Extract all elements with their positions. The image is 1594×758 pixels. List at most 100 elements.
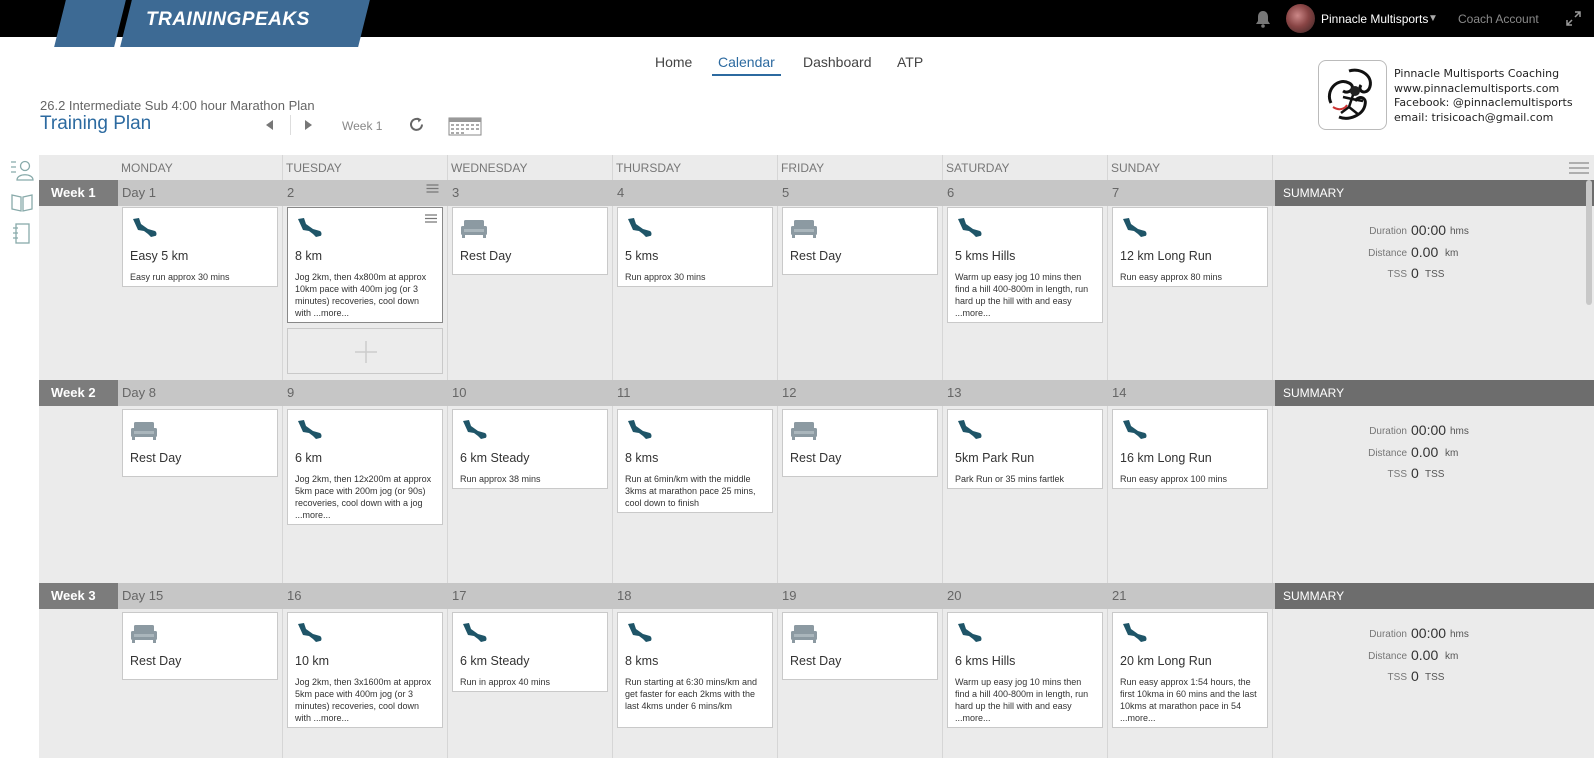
notes-icon[interactable]	[10, 222, 34, 246]
summary-tss: TSS 0 TSS	[1275, 465, 1594, 483]
chevron-down-icon[interactable]: ▼	[1428, 13, 1438, 24]
calendar-icon[interactable]	[448, 116, 482, 136]
coach-account-link[interactable]: Coach Account	[1458, 12, 1539, 26]
workout-description: Jog 2km, then 4x800m at approx 10km pace…	[295, 272, 427, 318]
athlete-list-icon[interactable]	[10, 158, 34, 182]
workout-card[interactable]: 6 km Steady Run approx 38 mins	[452, 409, 608, 489]
workout-card[interactable]: 5 kms Run approx 30 mins	[617, 207, 773, 287]
summary-duration-unit: hms	[1450, 426, 1469, 437]
workout-description: Run in approx 40 mins	[460, 677, 551, 687]
run-shoe-icon	[298, 218, 322, 237]
refresh-icon[interactable]	[408, 116, 425, 133]
workout-card[interactable]: 5 kms Hills Warm up easy jog 10 mins then…	[947, 207, 1103, 323]
logo-text: TRAININGPEAKS	[146, 9, 310, 30]
plus-icon	[355, 341, 377, 363]
summary-tss-value: 0	[1411, 265, 1419, 281]
rest-couch-icon	[791, 422, 817, 440]
rest-day-card[interactable]: Rest Day	[782, 207, 938, 275]
column-divider	[282, 155, 283, 758]
card-menu-icon[interactable]	[425, 214, 437, 223]
account-name[interactable]: Pinnacle Multisports	[1321, 12, 1428, 26]
workout-card[interactable]: 20 km Long Run Run easy approx 1:54 hours…	[1112, 612, 1268, 728]
rest-day-card[interactable]: Rest Day	[122, 409, 278, 477]
summary-tss: TSS 0 TSS	[1275, 265, 1594, 283]
nav-home[interactable]: Home	[655, 54, 692, 76]
prev-week-icon[interactable]	[266, 120, 273, 130]
workout-card[interactable]: 6 km Jog 2km, then 12x200m at approx 5km …	[287, 409, 443, 525]
workout-title: Rest Day	[130, 451, 182, 465]
library-icon[interactable]	[10, 190, 34, 214]
rest-day-card[interactable]: Rest Day	[122, 612, 278, 680]
top-bar: TRAININGPEAKS Pinnacle Multisports ▼ Coa…	[0, 0, 1594, 47]
day-number: 3	[452, 185, 460, 200]
trainingpeaks-logo[interactable]: TRAININGPEAKS	[54, 0, 370, 47]
nav-atp[interactable]: ATP	[897, 54, 923, 76]
day-number: 18	[617, 588, 632, 603]
day-number: 20	[947, 588, 962, 603]
workout-title: 10 km	[295, 654, 330, 668]
summary-distance-label: Distance	[1368, 651, 1407, 662]
run-shoe-icon	[958, 218, 982, 237]
expand-icon[interactable]	[1566, 11, 1581, 26]
add-workout-button[interactable]	[287, 328, 443, 374]
column-divider	[447, 155, 448, 758]
day-number: 14	[1112, 385, 1127, 400]
workout-card[interactable]: 5km Park Run Park Run or 35 mins fartlek	[947, 409, 1103, 489]
day-header-saturday: SATURDAY	[946, 161, 1010, 175]
summary-distance-label: Distance	[1368, 448, 1407, 459]
week-bar: Week 3 Day 15 16 17 18 19 20 21 SUMMARY	[39, 583, 1594, 609]
workout-description: Run easy approx 1:54 hours, the first 10…	[1120, 677, 1257, 723]
run-shoe-icon	[1123, 623, 1147, 642]
avatar[interactable]	[1286, 4, 1315, 33]
nav-dashboard[interactable]: Dashboard	[803, 54, 872, 76]
workout-title: 6 km Steady	[460, 451, 530, 465]
rest-day-card[interactable]: Rest Day	[782, 409, 938, 477]
logo-band-left	[54, 0, 126, 47]
workout-card[interactable]: 6 kms Hills Warm up easy jog 10 mins then…	[947, 612, 1103, 728]
summary-distance: Distance 0.00 km	[1275, 244, 1594, 262]
workout-card[interactable]: 8 km Jog 2km, then 4x800m at approx 10km …	[287, 207, 443, 323]
workout-title: Rest Day	[130, 654, 182, 668]
workout-card[interactable]: 12 km Long Run Run easy approx 80 mins	[1112, 207, 1268, 287]
day-menu-icon[interactable]	[426, 184, 439, 193]
calendar-menu-icon[interactable]	[1569, 162, 1589, 174]
day-header-wednesday: WEDNESDAY	[451, 161, 528, 175]
nav-calendar[interactable]: Calendar	[712, 54, 781, 76]
rest-couch-icon	[461, 220, 487, 238]
workout-title: 5 kms Hills	[955, 249, 1016, 263]
scrollbar[interactable]	[1586, 180, 1592, 305]
workout-card[interactable]: 8 kms Run at 6min/km with the middle 3kms…	[617, 409, 773, 513]
rest-day-card[interactable]: Rest Day	[782, 612, 938, 680]
workout-title: 6 kms Hills	[955, 654, 1016, 668]
day-number: 6	[947, 185, 955, 200]
workout-title: 6 km Steady	[460, 654, 530, 668]
rest-day-card[interactable]: Rest Day	[452, 207, 608, 275]
workout-description: Run starting at 6:30 mins/km and get fas…	[625, 677, 758, 711]
workout-card[interactable]: 8 kms Run starting at 6:30 mins/km and ge…	[617, 612, 773, 728]
plan-name: 26.2 Intermediate Sub 4:00 hour Marathon…	[40, 98, 315, 113]
run-shoe-icon	[628, 420, 652, 439]
summary-duration: Duration 00:00 hms	[1275, 422, 1594, 440]
next-week-icon[interactable]	[305, 120, 312, 130]
calendar-grid: MONDAY TUESDAY WEDNESDAY THURSDAY FRIDAY SATU…	[39, 155, 1594, 758]
summary-header: SUMMARY	[1275, 583, 1594, 609]
summary-duration-label: Duration	[1369, 426, 1407, 437]
rest-couch-icon	[791, 220, 817, 238]
summary-header: SUMMARY	[1275, 180, 1594, 206]
rest-couch-icon	[791, 625, 817, 643]
day-number: 13	[947, 385, 962, 400]
workout-card[interactable]: 16 km Long Run Run easy approx 100 mins	[1112, 409, 1268, 489]
workout-title: Rest Day	[460, 249, 512, 263]
workout-card[interactable]: 10 km Jog 2km, then 3x1600m at approx 5km…	[287, 612, 443, 728]
day-number: 7	[1112, 185, 1120, 200]
workout-card[interactable]: Easy 5 km Easy run approx 30 mins	[122, 207, 278, 287]
run-shoe-icon	[298, 623, 322, 642]
summary-duration-label: Duration	[1369, 629, 1407, 640]
workout-title: 16 km Long Run	[1120, 451, 1212, 465]
workout-card[interactable]: 6 km Steady Run in approx 40 mins	[452, 612, 608, 692]
workout-title: 8 kms	[625, 451, 659, 465]
summary-distance-label: Distance	[1368, 248, 1407, 259]
page-title: Training Plan	[40, 113, 152, 134]
run-shoe-icon	[958, 623, 982, 642]
bell-icon[interactable]	[1255, 10, 1271, 28]
